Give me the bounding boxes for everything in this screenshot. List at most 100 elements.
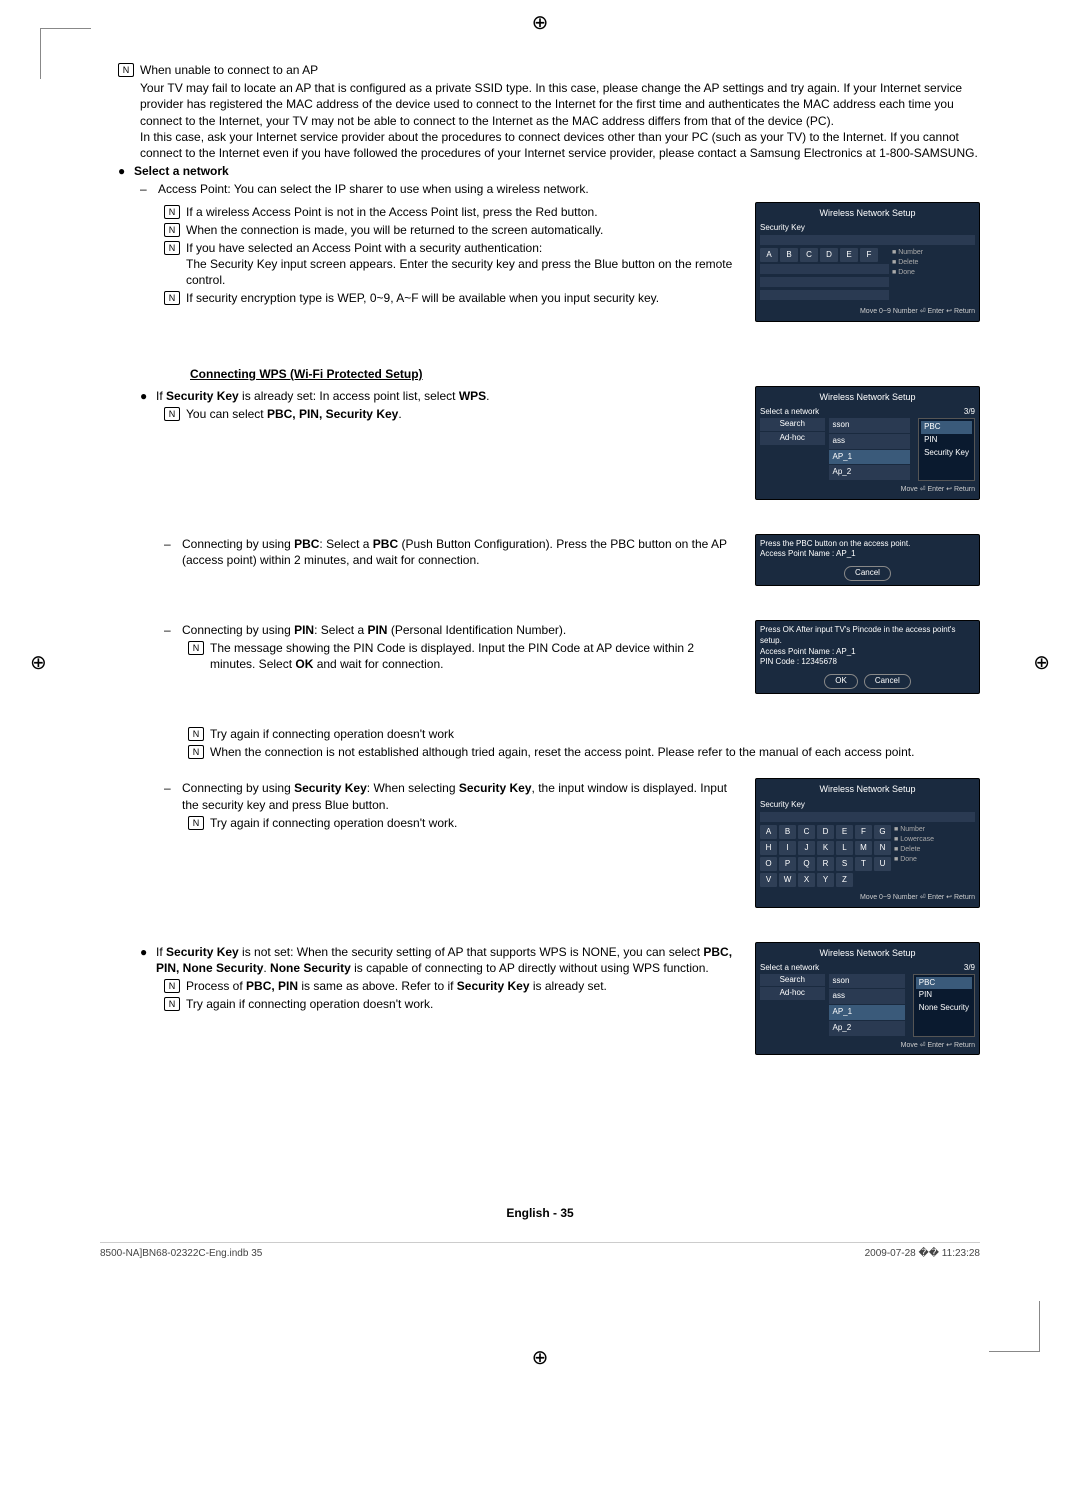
l-lower: Lowercase <box>900 836 934 843</box>
k[interactable]: C <box>798 825 815 839</box>
note-icon: N <box>164 205 180 219</box>
l-done: Done <box>900 856 917 863</box>
k[interactable]: W <box>779 873 796 887</box>
popup-pbc: Press the PBC button on the access point… <box>755 534 980 586</box>
k[interactable]: P <box>779 857 796 871</box>
ap-item-3[interactable]: Ap_2 <box>829 465 911 480</box>
note-icon: N <box>118 63 134 77</box>
footer-file: 8500-NA]BN68-02322C-Eng.indb 35 <box>100 1247 262 1261</box>
k[interactable]: G <box>874 825 891 839</box>
k[interactable]: F <box>855 825 872 839</box>
popup2-search[interactable]: Search <box>760 418 825 431</box>
key-a[interactable]: A <box>760 248 778 262</box>
k[interactable]: H <box>760 841 777 855</box>
legend-delete: Delete <box>898 259 918 266</box>
wps-pin-retry: Try again if connecting operation doesn'… <box>210 726 980 742</box>
key-d[interactable]: D <box>820 248 838 262</box>
k[interactable]: Z <box>836 873 853 887</box>
sn-access-point: Access Point: You can select the IP shar… <box>158 181 980 197</box>
menu-security-key[interactable]: Security Key <box>921 447 972 460</box>
popup2-foot: Move ⏎ Enter ↩ Return <box>760 485 975 494</box>
note-icon: N <box>164 997 180 1011</box>
reg-mark-right: ⊕ <box>1033 650 1050 675</box>
ap6-1[interactable]: ass <box>829 989 905 1004</box>
menu-pin[interactable]: PIN <box>921 434 972 447</box>
ap6-2[interactable]: AP_1 <box>829 1005 905 1020</box>
popup6-adhoc[interactable]: Ad-hoc <box>760 987 825 1000</box>
popup6-menu: PBC PIN None Security <box>913 974 975 1037</box>
popup4-ok[interactable]: OK <box>824 674 858 689</box>
ap6-0[interactable]: sson <box>829 974 905 989</box>
popup4-pin: PIN Code : 12345678 <box>760 657 975 668</box>
k[interactable]: O <box>760 857 777 871</box>
popup1-label: Security Key <box>760 223 975 234</box>
k[interactable]: A <box>760 825 777 839</box>
ap-item-2[interactable]: AP_1 <box>829 450 911 465</box>
popup3-cancel[interactable]: Cancel <box>844 566 891 581</box>
k[interactable]: I <box>779 841 796 855</box>
note-icon: N <box>164 407 180 421</box>
popup5-foot: Move 0~9 Number ⏎ Enter ↩ Return <box>760 893 975 902</box>
wps-sk: Connecting by using Security Key: When s… <box>182 780 737 812</box>
note-icon: N <box>164 223 180 237</box>
popup6-label: Select a network <box>760 963 819 974</box>
note-icon: N <box>188 641 204 655</box>
note-icon: N <box>164 241 180 255</box>
wps-pin: Connecting by using PIN: Select a PIN (P… <box>182 622 737 638</box>
k[interactable]: R <box>817 857 834 871</box>
wps-none-security: If Security Key is not set: When the sec… <box>156 944 737 976</box>
popup6-search[interactable]: Search <box>760 974 825 987</box>
page-footer-lang: English - 35 <box>100 1205 980 1221</box>
wps-heading: Connecting WPS (Wi-Fi Protected Setup) <box>190 366 980 382</box>
k[interactable]: Q <box>798 857 815 871</box>
k[interactable]: J <box>798 841 815 855</box>
popup5-label: Security Key <box>760 800 975 811</box>
k[interactable]: T <box>855 857 872 871</box>
popup-select-network-1: Wireless Network Setup Select a network3… <box>755 386 980 500</box>
k[interactable]: U <box>874 857 891 871</box>
key-b[interactable]: B <box>780 248 798 262</box>
ap-item-1[interactable]: ass <box>829 434 911 449</box>
k[interactable]: S <box>836 857 853 871</box>
popup1-foot: Move 0~9 Number ⏎ Enter ↩ Return <box>760 307 975 316</box>
key-e[interactable]: E <box>840 248 858 262</box>
key-f[interactable]: F <box>860 248 878 262</box>
popup1-title: Wireless Network Setup <box>760 207 975 219</box>
wps-can-select: You can select PBC, PIN, Security Key. <box>186 406 737 422</box>
popup3-msg: Press the PBC button on the access point… <box>760 539 975 550</box>
k[interactable]: M <box>855 841 872 855</box>
k[interactable]: V <box>760 873 777 887</box>
popup4-msg: Press OK After input TV's Pincode in the… <box>760 625 975 647</box>
sn-i4b: The Security Key input screen appears. E… <box>186 257 732 287</box>
k[interactable]: N <box>874 841 891 855</box>
popup6-title: Wireless Network Setup <box>760 947 975 959</box>
menu-pbc[interactable]: PBC <box>921 421 972 434</box>
ap-item-0[interactable]: sson <box>829 418 911 433</box>
legend-number: Number <box>898 249 923 256</box>
k[interactable]: D <box>817 825 834 839</box>
popup4-ap: Access Point Name : AP_1 <box>760 647 975 658</box>
k[interactable]: L <box>836 841 853 855</box>
footer-date: 2009-07-28 �� 11:23:28 <box>865 1247 980 1261</box>
menu6-none[interactable]: None Security <box>916 1002 972 1015</box>
popup2-adhoc[interactable]: Ad-hoc <box>760 432 825 445</box>
k[interactable]: Y <box>817 873 834 887</box>
unable-connect-p2: In this case, ask your Internet service … <box>140 129 980 161</box>
wps-ns-retry: Try again if connecting operation doesn'… <box>186 996 737 1012</box>
unable-connect-p1: Your TV may fail to locate an AP that is… <box>140 80 980 129</box>
popup4-cancel[interactable]: Cancel <box>864 674 911 689</box>
note-icon: N <box>188 816 204 830</box>
k[interactable]: K <box>817 841 834 855</box>
key-c[interactable]: C <box>800 248 818 262</box>
k[interactable]: B <box>779 825 796 839</box>
menu6-pin[interactable]: PIN <box>916 989 972 1002</box>
wps-if-set: If Security Key is already set: In acces… <box>156 388 737 404</box>
popup2-label: Select a network <box>760 407 819 418</box>
menu6-pbc[interactable]: PBC <box>916 977 972 990</box>
legend-done: Done <box>898 269 915 276</box>
k[interactable]: X <box>798 873 815 887</box>
wps-pbc: Connecting by using PBC: Select a PBC (P… <box>182 536 737 568</box>
ap6-3[interactable]: Ap_2 <box>829 1021 905 1036</box>
k[interactable]: E <box>836 825 853 839</box>
popup6-count: 3/9 <box>964 963 975 974</box>
